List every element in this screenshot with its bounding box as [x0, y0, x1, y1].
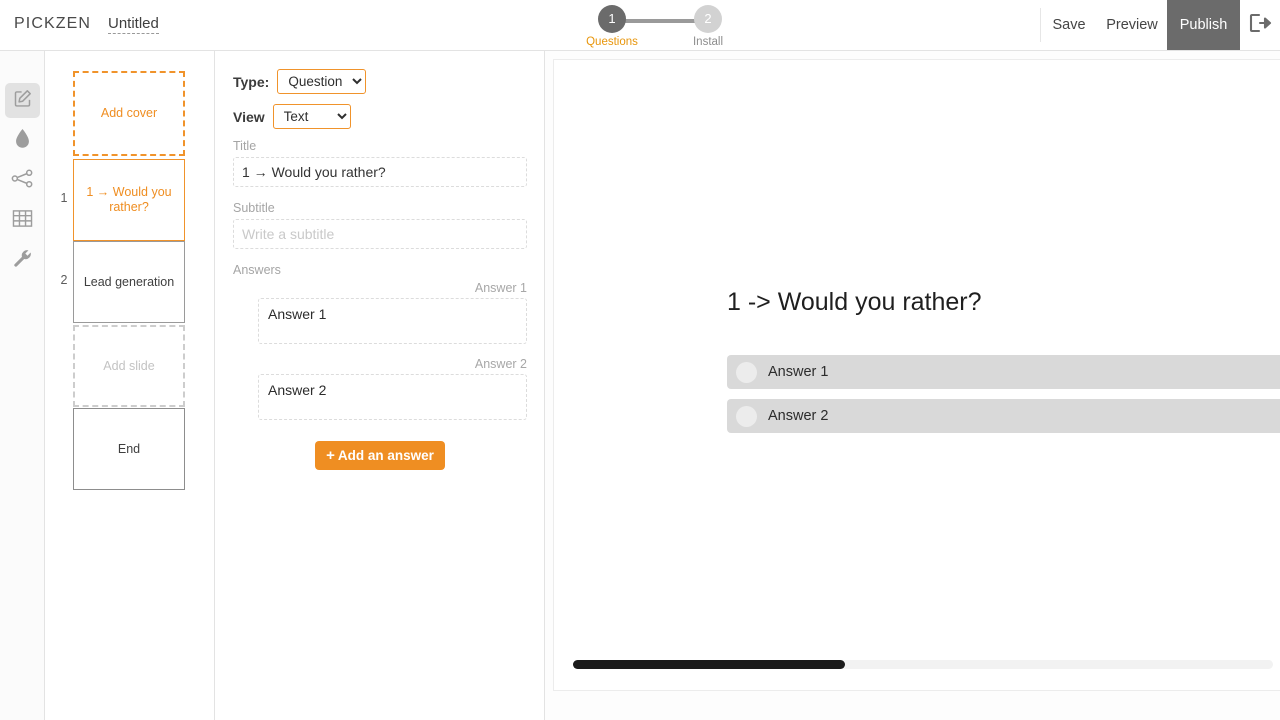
preview-answer-option-1[interactable]: Answer 1 — [727, 355, 1280, 389]
logout-icon — [1248, 12, 1272, 39]
radio-icon — [736, 405, 757, 427]
slide-number-1: 1 — [60, 191, 68, 205]
subtitle-field-label: Subtitle — [233, 201, 275, 215]
title-input[interactable] — [233, 157, 527, 187]
type-select[interactable]: Question — [277, 69, 367, 94]
type-row: Type: Question — [233, 69, 526, 94]
add-answer-row: + Add an answer — [233, 425, 527, 470]
device-toggle-bar — [545, 692, 1280, 720]
preview-answer-option-2[interactable]: Answer 2 — [727, 399, 1280, 433]
rail-item-design[interactable] — [5, 123, 40, 158]
view-row: View Text — [233, 104, 526, 129]
document-title[interactable]: Untitled — [108, 15, 159, 34]
slide-editor-panel: Type: Question View Text Title Subtitle … — [215, 51, 545, 720]
save-button[interactable]: Save — [1041, 0, 1097, 50]
brand-logo: PICKZEN — [14, 15, 92, 32]
step-indicator: 1 Questions 2 Install — [586, 5, 730, 51]
answer-2-input[interactable] — [258, 374, 527, 420]
answer-2-caption: Answer 2 — [474, 357, 527, 371]
radio-icon — [736, 361, 757, 383]
slide-number-2: 2 — [60, 273, 68, 287]
rail-item-logic[interactable] — [5, 163, 40, 198]
title-field-label: Title — [233, 139, 257, 153]
horizontal-scrollbar-track[interactable] — [573, 660, 1273, 669]
view-select[interactable]: Text — [272, 104, 351, 129]
view-label: View — [233, 108, 265, 125]
add-slide-button[interactable]: Add slide — [73, 325, 185, 407]
rail-item-settings[interactable] — [5, 243, 40, 278]
slides-panel: Add cover 1 1 → Would you rather? 2 Lead… — [45, 51, 253, 720]
slide-thumb-lead-generation[interactable]: Lead generation — [73, 241, 185, 323]
step-questions-number: 1 — [598, 5, 626, 33]
rail-item-results[interactable] — [5, 203, 40, 238]
subtitle-input[interactable] — [233, 219, 527, 249]
preview-canvas: 1 -> Would you rather? Answer 1 Answer 2 — [553, 59, 1280, 691]
step-questions[interactable]: 1 Questions — [586, 5, 638, 48]
step-install[interactable]: 2 Install — [693, 5, 723, 48]
droplet-icon — [14, 128, 31, 154]
slide-thumb-end[interactable]: End — [73, 408, 185, 490]
add-cover-slide[interactable]: Add cover — [73, 71, 185, 156]
edit-icon — [12, 88, 33, 114]
table-icon — [12, 209, 33, 233]
preview-area: 1 -> Would you rather? Answer 1 Answer 2 — [545, 51, 1280, 720]
step-install-number: 2 — [694, 5, 722, 33]
preview-answer-2-label: Answer 2 — [768, 408, 829, 424]
preview-button[interactable]: Preview — [1097, 0, 1167, 50]
step-install-label: Install — [692, 36, 724, 48]
preview-answer-1-label: Answer 1 — [768, 364, 829, 380]
answers-section-label: Answers — [233, 263, 281, 277]
wrench-icon — [12, 248, 33, 274]
horizontal-scrollbar-thumb[interactable] — [573, 660, 845, 669]
step-questions-label: Questions — [586, 36, 638, 48]
answer-1-input[interactable] — [258, 298, 527, 344]
rail-item-edit[interactable] — [5, 83, 40, 118]
top-bar: PICKZEN Untitled 1 Questions 2 Install S… — [0, 0, 1280, 51]
preview-question-title: 1 -> Would you rather? — [727, 288, 982, 316]
type-label: Type: — [233, 73, 270, 90]
plus-icon: + — [326, 447, 335, 464]
add-answer-button[interactable]: + Add an answer — [315, 441, 445, 470]
app-root: PICKZEN Untitled 1 Questions 2 Install S… — [0, 0, 1280, 720]
answer-1-caption: Answer 1 — [474, 281, 527, 295]
icon-rail — [0, 51, 45, 720]
share-nodes-icon — [11, 168, 34, 194]
logout-button[interactable] — [1240, 0, 1280, 50]
publish-button[interactable]: Publish — [1167, 0, 1240, 50]
slide-thumb-question-1[interactable]: 1 → Would you rather? — [73, 159, 185, 241]
add-answer-label: Add an answer — [337, 448, 434, 463]
